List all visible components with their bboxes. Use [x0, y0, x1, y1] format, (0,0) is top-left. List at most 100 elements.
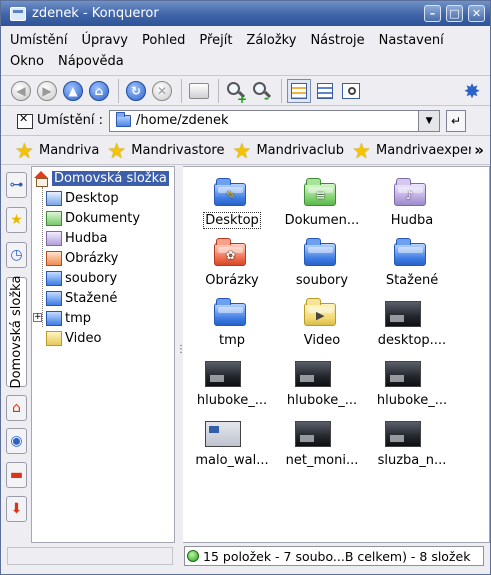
location-input[interactable]: /home/zdenek	[109, 109, 420, 132]
file-item[interactable]: soubory	[277, 235, 367, 291]
tree-item[interactable]: Dokumenty	[46, 208, 140, 228]
tree-item-label: Video	[65, 330, 102, 346]
bookmarks-overflow-icon[interactable]: »	[471, 141, 484, 159]
sidebar-status	[7, 547, 173, 565]
star-icon: ★	[232, 138, 252, 163]
location-value[interactable]: /home/zdenek	[136, 113, 228, 128]
file-item[interactable]: hluboke_...	[277, 355, 367, 411]
up-button[interactable]: ▲	[61, 79, 85, 103]
folder-icon	[46, 310, 62, 326]
network-icon: ◉	[10, 433, 23, 449]
tree-item[interactable]: soubory	[46, 268, 117, 288]
menu-zalozky[interactable]: Záložky	[246, 30, 296, 51]
icon-view-button[interactable]	[287, 78, 311, 103]
menu-okno[interactable]: Okno	[10, 51, 44, 72]
tree-item[interactable]: Video	[46, 328, 101, 348]
file-item[interactable]: ✎ Desktop	[187, 175, 277, 231]
close-button[interactable]: ✕	[468, 5, 485, 22]
tree-item[interactable]: tmp	[46, 308, 91, 328]
tree-item[interactable]: Obrázky	[46, 248, 118, 268]
tree-view-button[interactable]	[313, 79, 337, 103]
sidebar-tab-bookmarks[interactable]: ★	[6, 207, 27, 233]
title-bar[interactable]: zdenek - Konqueror – □ ✕	[1, 1, 490, 26]
status-bar: 15 položek - 7 soubo...B celkem) - 8 slo…	[1, 543, 490, 574]
zoom-out-button[interactable]: -	[250, 79, 274, 105]
stop-button[interactable]: ✕	[150, 79, 174, 103]
sidebar-tab-network[interactable]: ◉	[6, 428, 27, 454]
file-item[interactable]: ♪ Hudba	[367, 175, 457, 231]
home-button[interactable]: ⌂	[87, 79, 111, 103]
reload-icon: ↻	[126, 80, 146, 101]
zoom-in-button[interactable]: +	[224, 79, 248, 106]
file-item[interactable]: desktop....	[367, 295, 457, 351]
settings-button[interactable]: ✸	[460, 79, 484, 103]
image-thumbnail-icon	[295, 361, 331, 387]
bookmark-item[interactable]: ★ Mandriva	[15, 138, 100, 163]
image-thumbnail-icon	[295, 421, 331, 447]
tree-item[interactable]: Stažené	[46, 288, 117, 308]
bookmark-item[interactable]: ★ Mandrivaexpert	[352, 140, 478, 161]
sidebar-tab-services[interactable]: ⊶	[6, 172, 27, 198]
find-icon	[342, 82, 360, 99]
file-item[interactable]: net_moni...	[277, 415, 367, 471]
tree-view-icon	[317, 82, 333, 99]
menu-napoveda[interactable]: Nápověda	[58, 51, 124, 72]
tree-item-label: Dokumenty	[65, 210, 141, 226]
forward-button[interactable]: ▶	[35, 79, 59, 103]
bookmark-label: Mandrivaclub	[256, 143, 345, 158]
star-icon: ★	[15, 138, 34, 163]
file-label: hluboke_...	[286, 393, 358, 408]
reload-button[interactable]: ↻	[124, 79, 148, 103]
file-label: malo_wal...	[195, 453, 269, 468]
file-item[interactable]: hluboke_...	[187, 355, 277, 411]
print-button[interactable]	[187, 79, 211, 103]
main-toolbar: ◀ ▶ ▲ ⌂ ↻ ✕ + - ✸	[1, 75, 490, 106]
expand-tmp-icon[interactable]: +	[33, 313, 42, 322]
konqueror-app-icon[interactable]	[10, 6, 26, 21]
file-item[interactable]: ✿ Obrázky	[187, 235, 277, 291]
bookmark-label: Mandriva	[39, 143, 100, 158]
file-label: Desktop	[203, 212, 261, 229]
menu-nastroje[interactable]: Nástroje	[310, 30, 364, 51]
file-item[interactable]: ≡ Dokumen...	[277, 175, 367, 231]
tree-item[interactable]: Desktop	[46, 188, 119, 208]
file-item[interactable]: ▶ Video	[277, 295, 367, 351]
sidebar-tab-home-icon[interactable]: ⌂	[6, 395, 27, 421]
image-thumbnail-icon	[385, 421, 421, 447]
location-history-dropdown[interactable]: ▼	[419, 109, 441, 132]
sidebar-tab-root-folder[interactable]: ▬	[6, 462, 27, 488]
file-item[interactable]: tmp	[187, 295, 277, 351]
menu-bar: Umístění Úpravy Pohled Přejít Záložky Nástroj…	[1, 26, 490, 74]
menu-upravy[interactable]: Úpravy	[82, 30, 128, 51]
documents-folder-icon	[46, 210, 62, 226]
pictures-folder-icon	[46, 250, 62, 266]
sidebar-tab-home[interactable]: Domovská složka	[6, 276, 27, 388]
pane-splitter[interactable]	[175, 166, 186, 543]
file-label: hluboke_...	[376, 393, 448, 408]
file-item[interactable]: malo_wal...	[187, 415, 277, 471]
tree-item[interactable]: Hudba	[46, 228, 108, 248]
menu-nastaveni[interactable]: Nastavení	[379, 30, 444, 51]
file-label: soubory	[295, 273, 349, 288]
go-button[interactable]: ↵	[446, 109, 467, 132]
bookmark-item[interactable]: ★ Mandrivastore	[107, 140, 225, 161]
sidebar-tabs: ⊶ ★ ◷ Domovská složka ⌂ ◉ ▬ ⬇	[1, 166, 31, 566]
maximize-button[interactable]: □	[446, 5, 463, 22]
find-button[interactable]	[339, 79, 363, 103]
minimize-button[interactable]: –	[424, 5, 441, 22]
tree-root[interactable]: Domovská složka	[33, 168, 169, 188]
file-item[interactable]: Stažené	[367, 235, 457, 291]
menu-umisteni[interactable]: Umístění	[10, 30, 68, 51]
sidebar-tab-devices[interactable]: ⬇	[6, 496, 27, 522]
bookmark-label: Mandrivastore	[131, 143, 225, 158]
active-view-indicator-icon[interactable]	[187, 550, 199, 562]
bookmark-item[interactable]: ★ Mandrivaclub	[232, 138, 345, 163]
clear-location-icon[interactable]	[13, 112, 33, 129]
print-icon	[189, 82, 209, 99]
sidebar-tab-history[interactable]: ◷	[6, 242, 27, 268]
file-item[interactable]: hluboke_...	[367, 355, 457, 411]
menu-prejit[interactable]: Přejít	[199, 30, 232, 51]
back-button[interactable]: ◀	[9, 79, 33, 103]
file-item[interactable]: sluzba_n...	[367, 415, 457, 471]
menu-pohled[interactable]: Pohled	[142, 30, 185, 51]
